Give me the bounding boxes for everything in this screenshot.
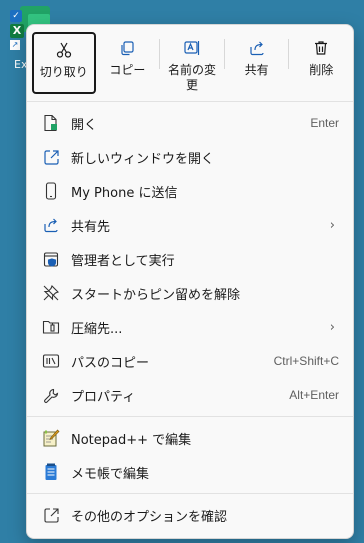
notepad-icon [41, 462, 61, 482]
zip-folder-icon [41, 317, 61, 337]
share-button[interactable]: 共有 [225, 32, 289, 94]
share-icon [248, 39, 266, 57]
copy-path-icon [41, 351, 61, 371]
rename-button[interactable]: 名前の変更 [160, 32, 224, 94]
share-icon [41, 215, 61, 235]
menu-item-unpin-start[interactable]: スタートからピン留めを解除 [27, 276, 353, 310]
share-label: 共有 [244, 63, 269, 77]
menu-item-open-new-window[interactable]: 新しいウィンドウを開く [27, 140, 353, 174]
menu-item-notepadpp[interactable]: Notepad++ で編集 [27, 421, 353, 455]
menu-item-copy-path[interactable]: パスのコピー Ctrl+Shift+C [27, 344, 353, 378]
divider [27, 101, 353, 102]
wrench-icon [41, 385, 61, 405]
notepadpp-icon [41, 428, 61, 448]
copy-button[interactable]: コピー [96, 32, 160, 94]
context-menu: 切り取り コピー 名前の変更 共有 削除 開く Enter 新しいウィンドウを開… [26, 24, 354, 539]
menu-item-label: パスのコピー [71, 355, 150, 371]
divider [27, 493, 353, 494]
menu-item-properties[interactable]: プロパティ Alt+Enter [27, 378, 353, 412]
menu-item-label: My Phone に送信 [71, 185, 178, 201]
cut-label: 切り取り [39, 65, 88, 79]
phone-icon [41, 181, 61, 201]
rename-label: 名前の変更 [168, 63, 217, 92]
divider [27, 416, 353, 417]
open-file-icon [41, 113, 61, 133]
menu-item-label: Notepad++ で編集 [71, 432, 192, 448]
menu-item-label: 共有先 [71, 219, 111, 235]
menu-item-label: 開く [71, 117, 98, 133]
menu-item-send-to-phone[interactable]: My Phone に送信 [27, 174, 353, 208]
shortcut-text: Alt+Enter [289, 388, 339, 402]
context-toolbar: 切り取り コピー 名前の変更 共有 削除 [27, 25, 353, 101]
menu-item-label: プロパティ [71, 389, 136, 405]
menu-item-more-options[interactable]: その他のオプションを確認 [27, 498, 353, 532]
menu-item-label: メモ帳で編集 [71, 466, 150, 482]
menu-item-compress-to[interactable]: 圧縮先... › [27, 310, 353, 344]
menu-item-label: 管理者として実行 [71, 253, 175, 269]
unpin-icon [41, 283, 61, 303]
excel-x-icon: X [10, 24, 24, 38]
checkbox-icon[interactable]: ✓ [10, 10, 22, 22]
copy-label: コピー [109, 63, 146, 77]
shortcut-text: Enter [310, 116, 339, 130]
menu-item-label: その他のオプションを確認 [71, 509, 228, 525]
menu-item-share-to[interactable]: 共有先 › [27, 208, 353, 242]
cut-button[interactable]: 切り取り [32, 32, 96, 94]
shortcut-arrow-icon: ↗ [10, 40, 20, 50]
menu-item-run-as-admin[interactable]: 管理者として実行 [27, 242, 353, 276]
delete-icon [312, 39, 330, 57]
chevron-right-icon: › [329, 319, 335, 335]
chevron-right-icon: › [329, 217, 335, 233]
delete-button[interactable]: 削除 [289, 32, 353, 94]
open-new-window-icon [41, 147, 61, 167]
shortcut-text: Ctrl+Shift+C [273, 354, 339, 368]
copy-icon [118, 39, 136, 57]
cut-icon [55, 41, 73, 59]
admin-shield-icon [41, 249, 61, 269]
menu-item-label: 圧縮先... [71, 321, 123, 337]
menu-item-notepad[interactable]: メモ帳で編集 [27, 455, 353, 489]
menu-item-open[interactable]: 開く Enter [27, 106, 353, 140]
delete-label: 削除 [309, 63, 334, 77]
menu-item-label: スタートからピン留めを解除 [71, 287, 241, 303]
rename-icon [183, 39, 201, 57]
menu-item-label: 新しいウィンドウを開く [71, 151, 215, 167]
more-options-icon [41, 505, 61, 525]
